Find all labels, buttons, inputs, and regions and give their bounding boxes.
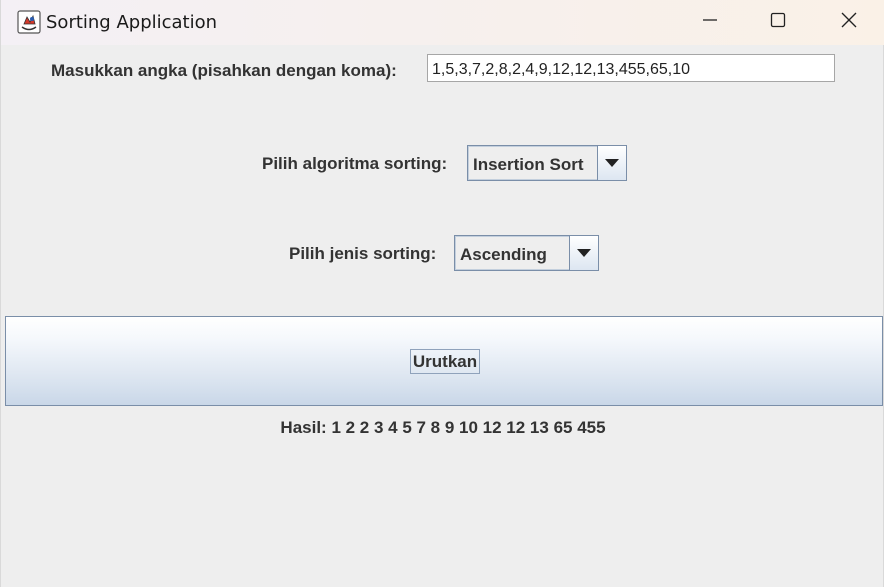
numbers-label: Masukkan angka (pisahkan dengan koma): bbox=[51, 61, 397, 80]
app-window: Sorting Application Masukkan angka (pisa… bbox=[0, 0, 884, 587]
algorithm-label: Pilih algoritma sorting: bbox=[262, 154, 448, 173]
maximize-button[interactable] bbox=[743, 0, 813, 45]
title-bar[interactable]: Sorting Application bbox=[1, 0, 884, 45]
sort-button[interactable]: Urutkan bbox=[410, 349, 480, 374]
chevron-down-icon bbox=[605, 154, 619, 172]
order-select[interactable]: Ascending bbox=[454, 235, 599, 271]
algorithm-select[interactable]: Insertion Sort bbox=[467, 145, 627, 181]
order-selected-value: Ascending bbox=[455, 236, 571, 270]
java-cup-icon bbox=[17, 10, 41, 34]
algorithm-selected-value: Insertion Sort bbox=[468, 146, 599, 180]
result-text: Hasil: 1 2 2 3 4 5 7 8 9 10 12 12 13 65 … bbox=[280, 418, 606, 437]
algorithm-dropdown-button[interactable] bbox=[597, 146, 626, 180]
window-title: Sorting Application bbox=[46, 12, 218, 33]
minimize-icon bbox=[702, 12, 718, 33]
maximize-icon bbox=[770, 12, 786, 33]
minimize-button[interactable] bbox=[675, 0, 745, 45]
close-button[interactable] bbox=[814, 0, 884, 45]
close-icon bbox=[841, 12, 857, 33]
order-label: Pilih jenis sorting: bbox=[289, 244, 437, 263]
numbers-input[interactable] bbox=[427, 54, 835, 82]
order-dropdown-button[interactable] bbox=[569, 236, 598, 270]
chevron-down-icon bbox=[577, 244, 591, 262]
